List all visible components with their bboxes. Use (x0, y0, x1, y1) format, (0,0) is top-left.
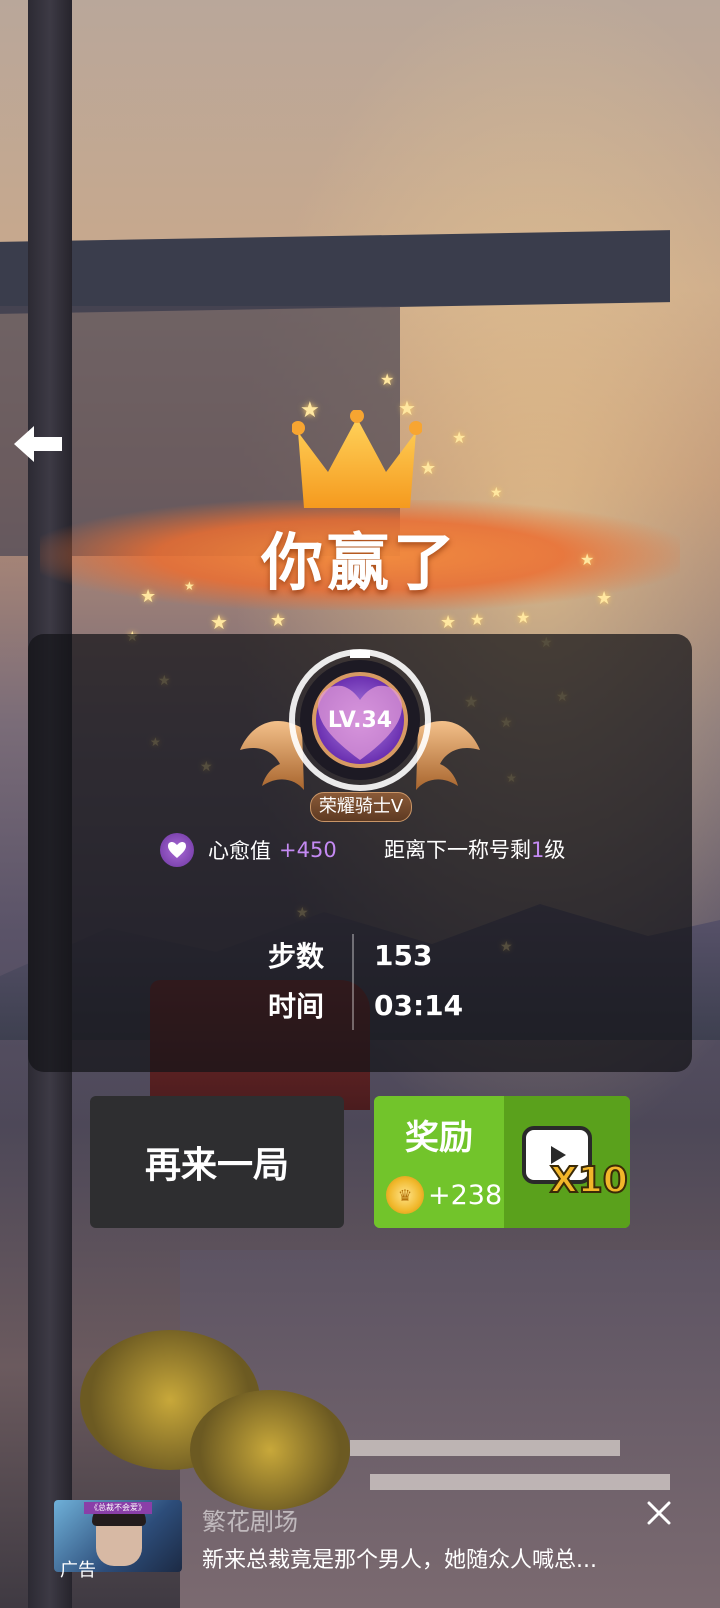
crosswalk-stripe (350, 1440, 620, 1456)
next-rank-suffix: 级 (544, 838, 566, 862)
stat-label: 步数 (268, 940, 325, 973)
ad-text: 新来总裁竟是那个男人，她随众人喊总... (202, 1548, 597, 1573)
next-rank-prefix: 距离下一称号剩 (384, 838, 531, 862)
coin-amount: +238 (428, 1179, 503, 1211)
close-icon[interactable] (644, 1498, 674, 1528)
reward-video-button[interactable]: 奖励 ♛ +238 X10 (374, 1096, 630, 1228)
stats-divider (352, 934, 354, 1030)
reward-title: 奖励 (405, 1118, 473, 1158)
ad-title: 繁花剧场 (202, 1508, 298, 1536)
flower-bush (80, 1330, 260, 1470)
ad-label: 广告 (60, 1560, 96, 1581)
heal-gain: +450 (279, 838, 337, 862)
next-rank-levels: 1 (531, 838, 545, 862)
multiplier-label: X10 (549, 1159, 629, 1202)
rank-title: 荣耀骑士V (310, 792, 412, 822)
level-text: LV.34 (327, 708, 393, 733)
stat-value: 03:14 (374, 988, 464, 1022)
reward-info: 奖励 ♛ +238 (374, 1096, 504, 1228)
back-arrow-icon (14, 426, 62, 462)
ad-banner[interactable]: 《总裁不会爱》 广告 繁花剧场 新来总裁竟是那个男人，她随众人喊总... (0, 1486, 720, 1608)
replay-button[interactable]: 再来一局 (90, 1096, 344, 1228)
ad-thumb-tag: 《总裁不会爱》 (84, 1502, 152, 1514)
heal-value-row: 心愈值 +450 (160, 832, 337, 868)
stat-label: 时间 (268, 990, 325, 1023)
stat-row-time: 时间 03:14 (268, 980, 463, 1030)
stats-block: 步数 153 时间 03:14 (268, 930, 463, 1030)
coin-icon: ♛ (386, 1176, 424, 1214)
heal-label: 心愈值 (208, 839, 271, 863)
victory-title: 你赢了 (260, 526, 459, 599)
next-rank-info: 距离下一称号剩1级 (384, 832, 565, 868)
stat-row-steps: 步数 153 (268, 930, 463, 980)
back-button[interactable] (10, 420, 66, 468)
bus-stop-roof (0, 230, 670, 314)
coin-reward-row: ♛ +238 (386, 1176, 502, 1214)
video-multiplier: X10 (504, 1096, 630, 1228)
crown-icon (292, 410, 422, 508)
stat-value: 153 (374, 938, 433, 972)
heart-icon (160, 833, 194, 867)
